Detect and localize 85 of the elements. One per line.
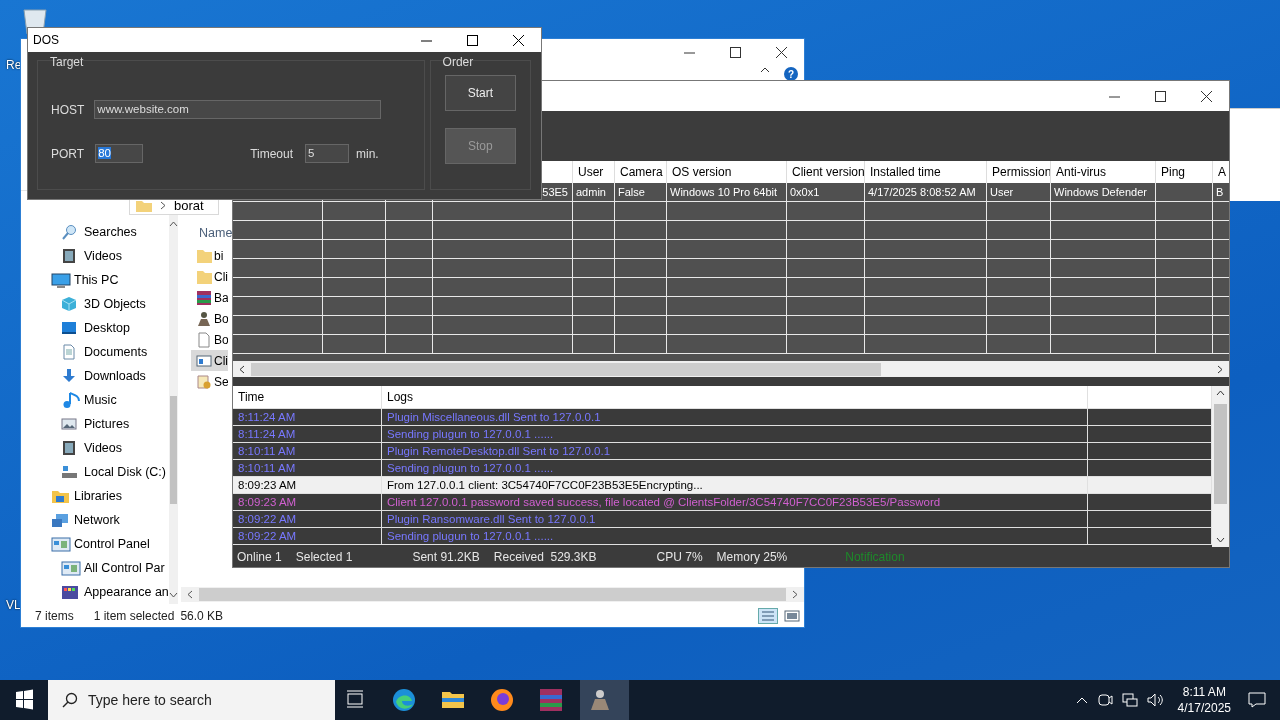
- nav-item[interactable]: Searches: [21, 220, 169, 244]
- nav-item[interactable]: Libraries: [21, 484, 169, 508]
- log-time: 8:09:22 AM: [233, 511, 382, 528]
- log-message: Plugin RemoteDesktop.dll Sent to 127.0.0.1: [382, 443, 1088, 460]
- status-text: Received 529.3KB: [493, 550, 597, 564]
- nav-item[interactable]: Desktop: [21, 316, 169, 340]
- log-message: From 127.0.0.1 client: 3C54740F7CC0F23B53E5Encrypting...: [382, 477, 1088, 494]
- group-label: Order: [442, 55, 474, 69]
- column-header[interactable]: A: [1213, 161, 1229, 183]
- log-time: 8:09:23 AM: [233, 477, 382, 494]
- log-message: Sending plugun to 127.0.0.1 ......: [382, 426, 1088, 443]
- column-header[interactable]: Permission: [987, 161, 1051, 183]
- nav-item[interactable]: Documents: [21, 340, 169, 364]
- status-text: 56.0 KB: [180, 608, 224, 623]
- field-label: HOST: [51, 102, 85, 117]
- log-time: 8:09:22 AM: [233, 528, 382, 545]
- nav-item[interactable]: 3D Objects: [21, 292, 169, 316]
- column-header[interactable]: Installed time: [865, 161, 987, 183]
- column-header[interactable]: Anti-virus: [1051, 161, 1156, 183]
- file-item[interactable]: bi: [191, 245, 228, 266]
- table-cell: User: [987, 183, 1051, 202]
- column-header[interactable]: Name: [191, 221, 233, 245]
- column-header[interactable]: Camera: [615, 161, 667, 183]
- status-text: Sent 91.2KB: [412, 550, 480, 564]
- window-title: DOS: [33, 33, 59, 47]
- table-cell: Windows Defender: [1051, 183, 1156, 202]
- nav-item[interactable]: Network: [21, 508, 169, 532]
- column-header[interactable]: OS version: [667, 161, 787, 183]
- status-text: 1 item selected: [93, 608, 175, 623]
- log-message: Plugin Miscellaneous.dll Sent to 127.0.0.1: [382, 409, 1088, 426]
- log-time: 8:10:11 AM: [233, 443, 382, 460]
- log-time: 8:11:24 AM: [233, 409, 382, 426]
- host-field[interactable]: www.website.com: [94, 100, 382, 119]
- breadcrumb[interactable]: borat: [174, 198, 204, 213]
- start-button[interactable]: Start: [444, 75, 516, 111]
- field-label: Timeout: [250, 146, 294, 161]
- nav-item[interactable]: Downloads: [21, 364, 169, 388]
- log-row[interactable]: 8:09:23 AM Client 127.0.0.1 password saved success, file located @ ClientsFolder/3C54740F7CC0F23B53E5/Password: [233, 494, 1212, 511]
- file-item[interactable]: Bo: [191, 329, 228, 350]
- column-header[interactable]: Client version: [787, 161, 865, 183]
- status-text: Online 1: [237, 550, 282, 564]
- column-header[interactable]: Logs: [382, 386, 1088, 409]
- column-header[interactable]: Time: [233, 386, 382, 409]
- nav-item[interactable]: This PC: [21, 268, 169, 292]
- port-field[interactable]: 80: [95, 144, 144, 163]
- file-item[interactable]: Se: [191, 371, 228, 392]
- desktop-icon-label[interactable]: Re: [6, 58, 22, 72]
- nav-item[interactable]: Videos: [21, 244, 169, 268]
- desktop-icon-label[interactable]: VL: [6, 598, 21, 612]
- table-cell: 4/17/2025 8:08:52 AM: [865, 183, 987, 202]
- status-text: CPU 7%: [656, 550, 703, 564]
- file-item[interactable]: Ba: [191, 287, 228, 308]
- table-cell: False: [615, 183, 667, 202]
- status-text: Selected 1: [295, 550, 353, 564]
- table-cell: admin: [573, 183, 615, 202]
- table-cell: B: [1213, 183, 1229, 202]
- clock[interactable]: 8:11 AM 4/17/2025: [1177, 684, 1231, 716]
- nav-item[interactable]: Music: [21, 388, 169, 412]
- column-header[interactable]: Ping: [1156, 161, 1213, 183]
- log-message: Sending plugun to 127.0.0.1 ......: [382, 528, 1088, 545]
- nav-item[interactable]: All Control Par: [21, 556, 169, 580]
- log-time: 8:09:23 AM: [233, 494, 382, 511]
- table-cell: Windows 10 Pro 64bit: [667, 183, 787, 202]
- log-message: Client 127.0.0.1 password saved success, file located @ ClientsFolder/3C54740F7CC0F23B53E5/Password: [382, 494, 1088, 511]
- log-row[interactable]: 8:09:23 AM From 127.0.0.1 client: 3C54740F7CC0F23B53E5Encrypting...: [233, 477, 1212, 494]
- nav-item[interactable]: Appearance an: [21, 580, 169, 604]
- nav-item[interactable]: Pictures: [21, 412, 169, 436]
- log-time: 8:11:24 AM: [233, 426, 382, 443]
- table-cell: 0x0x1: [787, 183, 865, 202]
- timeout-field[interactable]: 5: [305, 144, 350, 163]
- status-text: 7 items: [35, 608, 74, 623]
- file-item[interactable]: Cli: [191, 266, 228, 287]
- help-button[interactable]: ?: [784, 67, 798, 81]
- nav-item[interactable]: Control Panel: [21, 532, 169, 556]
- column-header[interactable]: User: [573, 161, 615, 183]
- nav-item[interactable]: Local Disk (C:): [21, 460, 169, 484]
- file-item[interactable]: Bo: [191, 308, 228, 329]
- group-label: Target: [50, 55, 84, 69]
- status-text: Memory 25%: [716, 550, 788, 564]
- file-item[interactable]: Cli: [191, 350, 228, 371]
- search-field[interactable]: Type here to search: [48, 680, 335, 720]
- field-label: PORT: [51, 146, 85, 161]
- unit-label: min.: [356, 146, 379, 161]
- nav-item[interactable]: Videos: [21, 436, 169, 460]
- log-message: Plugin Ransomware.dll Sent to 127.0.0.1: [382, 511, 1088, 528]
